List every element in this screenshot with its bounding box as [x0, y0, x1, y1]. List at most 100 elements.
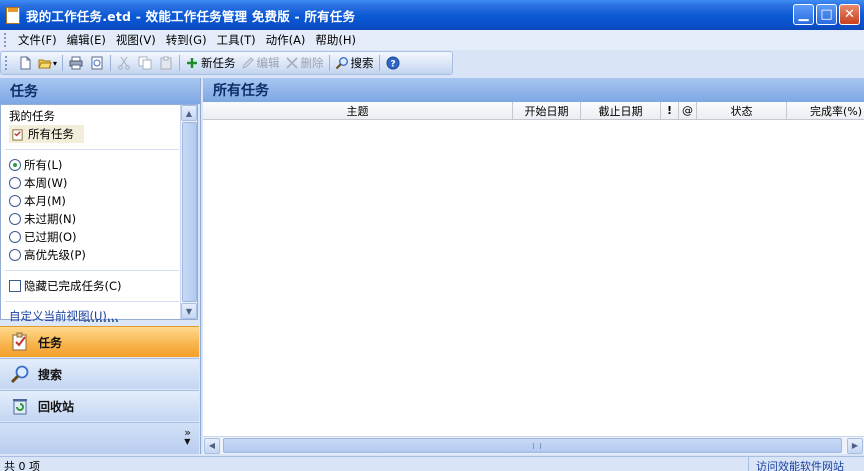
- nav-search-button[interactable]: 搜索: [0, 358, 199, 389]
- delete-button[interactable]: 删除: [283, 53, 326, 73]
- scroll-up-arrow-icon[interactable]: ▲: [181, 105, 197, 121]
- search-label: 搜索: [350, 56, 374, 70]
- close-button[interactable]: ✕: [839, 4, 860, 25]
- all-tasks-folder[interactable]: 所有任务: [9, 125, 84, 143]
- clipboard-check-icon: [12, 332, 27, 351]
- all-tasks-label: 所有任务: [28, 127, 74, 141]
- toolbar-separator: [62, 55, 64, 71]
- menu-grip-handle[interactable]: [4, 33, 7, 47]
- radio-button[interactable]: [9, 213, 21, 225]
- new-file-icon: [20, 56, 31, 70]
- search-button[interactable]: 搜索: [333, 53, 376, 73]
- nav-recycle-bin-button[interactable]: 回收站: [0, 390, 199, 421]
- nav-tasks-button[interactable]: 任务: [0, 326, 199, 357]
- filter-overdue[interactable]: 已过期(O): [1, 228, 197, 246]
- menu-edit[interactable]: 编辑(E): [62, 32, 111, 48]
- cut-button[interactable]: [114, 53, 134, 73]
- hide-completed-toggle[interactable]: 隐藏已完成任务(C): [1, 277, 197, 295]
- title-bar: 我的工作任务.etd - 效能工作任务管理 免费版 - 所有任务 ▁ □ ✕: [0, 0, 864, 30]
- item-count: 共 0 项: [4, 460, 40, 471]
- menu-bar: 文件(F) 编辑(E) 视图(V) 转到(G) 工具(T) 动作(A) 帮助(H…: [0, 30, 864, 50]
- column-header-row: 主题 开始日期 截止日期 ! @ 状态 完成率(%): [203, 102, 864, 120]
- recycle-bin-icon: [13, 399, 27, 415]
- chevron-down-icon: ▼: [184, 437, 191, 446]
- nav-tasks-label: 任务: [38, 335, 63, 350]
- delete-x-icon: [285, 57, 298, 69]
- horizontal-scrollbar[interactable]: ◀ ▶: [203, 436, 864, 454]
- printer-icon: [69, 56, 83, 70]
- nav-recycle-label: 回收站: [38, 399, 75, 414]
- new-file-button[interactable]: [15, 53, 35, 73]
- paste-button[interactable]: [156, 53, 176, 73]
- hide-completed-checkbox[interactable]: [9, 280, 21, 292]
- nav-search-label: 搜索: [38, 367, 63, 382]
- help-button[interactable]: ?: [383, 53, 403, 73]
- radio-button[interactable]: [9, 177, 21, 189]
- toolbar-separator: [328, 55, 330, 71]
- filter-this-week[interactable]: 本周(W): [1, 174, 197, 192]
- menu-tools[interactable]: 工具(T): [212, 32, 261, 48]
- dropdown-arrow-icon: ▾: [53, 58, 58, 68]
- copy-button[interactable]: [135, 53, 155, 73]
- filter-all[interactable]: 所有(L): [1, 156, 197, 174]
- menu-action[interactable]: 动作(A): [261, 32, 311, 48]
- column-status[interactable]: 状态: [697, 102, 787, 119]
- new-task-label: 新任务: [201, 56, 236, 70]
- menu-help[interactable]: 帮助(H): [310, 32, 361, 48]
- window-controls: ▁ □ ✕: [793, 4, 860, 25]
- toolbar-grip-handle[interactable]: [5, 56, 8, 70]
- new-task-button[interactable]: 新任务: [183, 53, 238, 73]
- menu-view[interactable]: 视图(V): [111, 32, 161, 48]
- task-views-panel: 我的任务 所有任务 所有(L) 本周(W) 本月(M) 未过期(N) 已过期(O…: [0, 104, 198, 323]
- maximize-button[interactable]: □: [816, 4, 837, 25]
- filter-label: 所有(L): [24, 158, 63, 172]
- filter-label: 本月(M): [24, 194, 66, 208]
- edit-button[interactable]: 编辑: [239, 53, 282, 73]
- toolbar-separator: [179, 55, 181, 71]
- scroll-thumb[interactable]: [223, 438, 842, 453]
- pencil-icon: [241, 57, 254, 69]
- radio-button[interactable]: [9, 159, 21, 171]
- filter-label: 已过期(O): [24, 230, 77, 244]
- radio-button[interactable]: [9, 249, 21, 261]
- column-percent-complete[interactable]: 完成率(%): [787, 102, 864, 119]
- open-folder-icon: [38, 59, 52, 69]
- scroll-thumb[interactable]: [182, 122, 197, 302]
- column-subject[interactable]: 主题: [203, 102, 513, 119]
- filter-label: 本周(W): [24, 176, 68, 190]
- menu-goto[interactable]: 转到(G): [161, 32, 212, 48]
- visit-website-link[interactable]: 访问效能软件网站: [756, 458, 844, 471]
- left-vertical-scrollbar[interactable]: ▲ ▼: [180, 105, 197, 319]
- app-document-icon: [6, 6, 20, 24]
- scroll-left-arrow-icon[interactable]: ◀: [204, 437, 220, 454]
- pane-splitter-handle[interactable]: [84, 320, 118, 324]
- radio-button[interactable]: [9, 231, 21, 243]
- copy-icon: [138, 56, 152, 70]
- edit-label: 编辑: [256, 56, 280, 70]
- filter-high-priority[interactable]: 高优先级(P): [1, 246, 197, 264]
- open-file-button[interactable]: ▾: [36, 53, 59, 73]
- print-preview-button[interactable]: [87, 53, 107, 73]
- toolbar: ▾ 新任务 编辑 删除 搜索 ?: [0, 51, 453, 75]
- column-due-date[interactable]: 截止日期: [581, 102, 661, 119]
- column-priority[interactable]: !: [661, 102, 679, 119]
- status-separator: [748, 457, 749, 471]
- scroll-down-arrow-icon[interactable]: ▼: [181, 303, 197, 319]
- column-start-date[interactable]: 开始日期: [513, 102, 581, 119]
- filter-not-overdue[interactable]: 未过期(N): [1, 210, 197, 228]
- configure-buttons-chevron-icon[interactable]: » ▼: [184, 427, 191, 446]
- delete-label: 删除: [300, 56, 324, 70]
- divider: [5, 149, 179, 150]
- menu-file[interactable]: 文件(F): [13, 32, 62, 48]
- radio-button[interactable]: [9, 195, 21, 207]
- divider: [5, 301, 179, 302]
- help-icon: ?: [386, 56, 400, 70]
- scroll-right-arrow-icon[interactable]: ▶: [847, 437, 863, 454]
- task-list-pane: 所有任务 主题 开始日期 截止日期 ! @ 状态 完成率(%) ◀ ▶: [203, 78, 864, 454]
- task-list-icon: [12, 128, 23, 141]
- minimize-button[interactable]: ▁: [793, 4, 814, 25]
- divider: [5, 270, 179, 271]
- column-attachment[interactable]: @: [679, 102, 697, 119]
- filter-this-month[interactable]: 本月(M): [1, 192, 197, 210]
- print-button[interactable]: [66, 53, 86, 73]
